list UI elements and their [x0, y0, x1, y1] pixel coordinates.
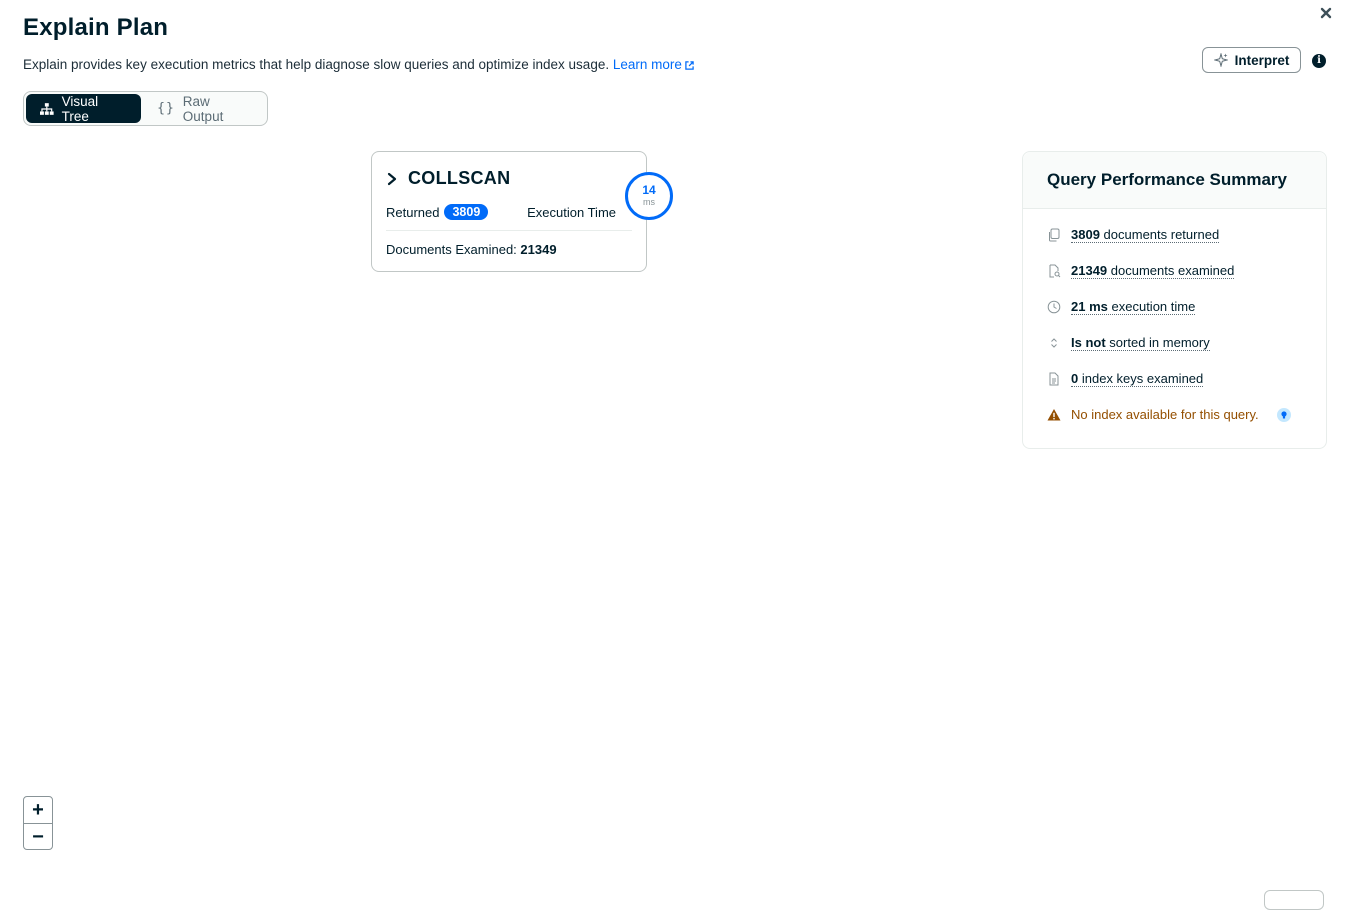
summary-item-index-keys: 0 index keys examined: [1047, 371, 1204, 387]
sort-icon: [1051, 338, 1057, 348]
summary-returned-text[interactable]: 3809 documents returned: [1071, 227, 1220, 243]
summary-sort-text[interactable]: Is not sorted in memory: [1071, 335, 1210, 351]
execution-time-label: Execution Time: [527, 204, 616, 220]
chevron-right-icon: [387, 172, 397, 185]
summary-returned-label: documents returned: [1103, 227, 1220, 242]
stage-name: COLLSCAN: [408, 168, 511, 188]
documents-examined: Documents Examined: 21349: [386, 242, 557, 257]
query-performance-summary: Query Performance Summary 3809 documents…: [1022, 151, 1327, 449]
summary-sort-label: sorted in memory: [1109, 335, 1210, 350]
summary-index-keys-value: 0: [1071, 371, 1079, 386]
info-icon[interactable]: i: [1312, 54, 1326, 68]
description-text: Explain provides key execution metrics t…: [23, 57, 610, 72]
warning-text: No index available for this query.: [1071, 407, 1259, 422]
docs-examined-value: 21349: [520, 242, 557, 257]
stage-header[interactable]: COLLSCAN: [386, 168, 510, 189]
zoom-controls: + −: [23, 796, 53, 850]
summary-examined-text[interactable]: 21349 documents examined: [1071, 263, 1235, 279]
lightbulb-icon[interactable]: [1276, 407, 1291, 422]
execution-time-gauge: 14 ms: [625, 172, 673, 220]
gauge-unit: ms: [643, 197, 655, 207]
summary-index-keys-text[interactable]: 0 index keys examined: [1071, 371, 1204, 387]
summary-index-keys-label: index keys examined: [1081, 371, 1204, 386]
visual-tree-label: Visual Tree: [61, 93, 99, 124]
interpret-button[interactable]: Interpret: [1202, 47, 1301, 73]
summary-returned-value: 3809: [1071, 227, 1100, 242]
zoom-in-button[interactable]: +: [24, 797, 52, 823]
zoom-out-button[interactable]: −: [24, 824, 52, 850]
external-link-icon: [685, 61, 694, 70]
braces-icon: {}: [157, 101, 175, 116]
docs-examined-label: Documents Examined:: [386, 242, 517, 257]
summary-item-sort: Is not sorted in memory: [1047, 335, 1210, 351]
summary-examined-label: documents examined: [1110, 263, 1235, 278]
summary-item-examined: 21349 documents examined: [1047, 263, 1235, 279]
returned-badge: 3809: [444, 204, 489, 220]
summary-exec-time-text[interactable]: 21 ms execution time: [1071, 299, 1196, 315]
tree-icon: [40, 102, 54, 115]
stage-card: COLLSCAN Returned 3809 Execution Time Do…: [371, 151, 647, 272]
summary-title: Query Performance Summary: [1023, 152, 1326, 209]
close-icon[interactable]: [1318, 5, 1334, 21]
summary-sort-value: Is not: [1071, 335, 1106, 350]
summary-item-warning: No index available for this query.: [1047, 407, 1291, 422]
returned-label: Returned: [386, 204, 440, 220]
stage-metrics: Returned 3809 Execution Time: [386, 204, 632, 220]
view-toggle: Visual Tree {} Raw Output: [23, 91, 268, 126]
interpret-label: Interpret: [1234, 52, 1290, 68]
footer-button[interactable]: [1264, 890, 1324, 910]
warning-icon: [1047, 408, 1061, 420]
page-description: Explain provides key execution metrics t…: [23, 57, 694, 72]
summary-item-exec-time: 21 ms execution time: [1047, 299, 1196, 315]
clock-icon: [1047, 300, 1061, 314]
summary-exec-time-label: execution time: [1111, 299, 1196, 314]
visual-tree-tab[interactable]: Visual Tree: [26, 93, 142, 124]
copy-icon: [1049, 228, 1060, 242]
summary-exec-time-value: 21 ms: [1071, 299, 1108, 314]
raw-output-label: Raw Output: [182, 93, 224, 124]
summary-examined-value: 21349: [1071, 263, 1108, 278]
learn-more-link[interactable]: Learn more: [613, 57, 694, 72]
raw-output-tab[interactable]: {} Raw Output: [143, 93, 265, 124]
learn-more-label: Learn more: [612, 57, 682, 72]
page-title: Explain Plan: [23, 14, 169, 41]
sparkle-icon: [1213, 53, 1228, 67]
gauge-value: 14: [642, 183, 656, 197]
file-search-icon: [1049, 264, 1061, 278]
summary-item-returned: 3809 documents returned: [1047, 227, 1220, 243]
stage-divider: [386, 230, 632, 231]
file-icon: [1049, 372, 1059, 386]
